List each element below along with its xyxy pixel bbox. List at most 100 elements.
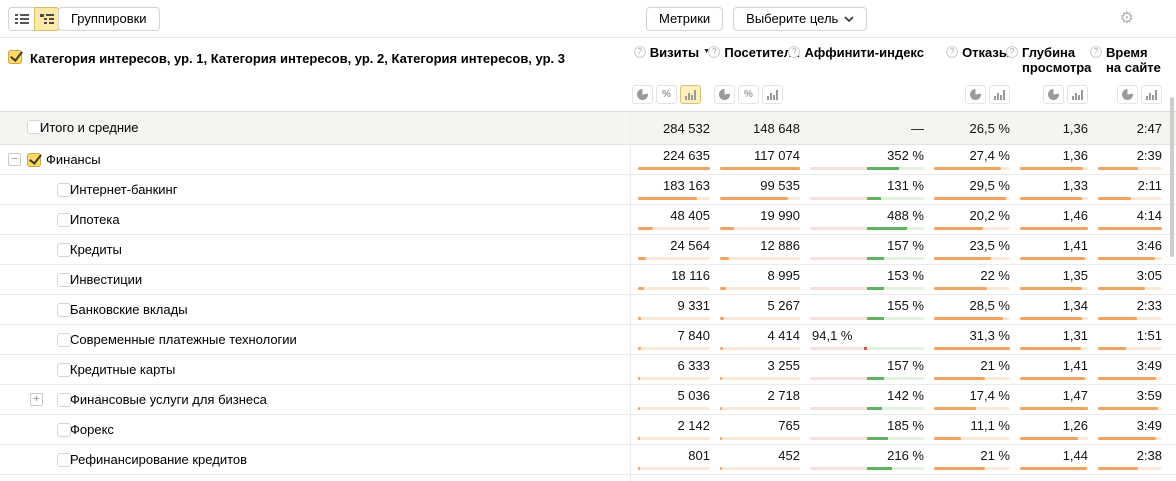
row-checkbox[interactable] xyxy=(57,453,71,467)
cell-affinity: 153 % xyxy=(802,265,926,294)
cell-depth: 1,47 xyxy=(1012,385,1090,414)
row-checkbox[interactable] xyxy=(57,213,71,227)
row-checkbox[interactable] xyxy=(57,393,71,407)
column-header-depth[interactable]: ?Глубина просмотра xyxy=(1012,45,1090,75)
flat-view-button[interactable] xyxy=(8,7,34,31)
cell-affinity: 488 % xyxy=(802,205,926,234)
chart-toggle-percent-visits[interactable]: % xyxy=(656,85,677,104)
metric-value: 3:49 xyxy=(1090,355,1164,374)
table-row: Кредитные карты6 3333 255157 %21 %1,413:… xyxy=(0,355,1176,385)
row-label-cell: Итого и средние xyxy=(0,112,630,144)
metric-bar-track xyxy=(1020,287,1088,290)
metric-value: 216 % xyxy=(802,445,926,464)
column-header-visits[interactable]: ?Визиты▼ xyxy=(630,45,712,75)
affinity-bar xyxy=(867,437,888,440)
chart-toggle-bars-depth[interactable] xyxy=(1067,85,1088,104)
cell-time: 2:11 xyxy=(1090,175,1164,204)
metric-bar xyxy=(720,197,788,200)
row-checkbox[interactable] xyxy=(27,120,41,134)
row-label-cell: Кредитные карты xyxy=(0,355,630,384)
metric-value: 2:47 xyxy=(1090,112,1164,145)
affinity-track-below xyxy=(810,197,867,200)
cell-affinity: 157 % xyxy=(802,355,926,384)
chart-toggle-bars-bounce[interactable] xyxy=(989,85,1010,104)
metric-bar-track xyxy=(638,437,710,440)
cell-bounce: 11,1 % xyxy=(926,415,1012,444)
metric-bar xyxy=(1020,407,1088,410)
chart-toggle-pie-visitors[interactable] xyxy=(714,85,735,104)
row-checkbox[interactable] xyxy=(57,423,71,437)
metric-value: 7 840 xyxy=(630,325,712,344)
row-label-cell: −Финансы xyxy=(0,145,630,174)
metric-bar xyxy=(1098,317,1137,320)
metric-value: 8 995 xyxy=(712,265,802,284)
chart-toggle-pie-time[interactable] xyxy=(1117,85,1138,104)
metric-value: 142 % xyxy=(802,385,926,404)
metric-value: 3 255 xyxy=(712,355,802,374)
chart-toggle-pie-bounce[interactable] xyxy=(965,85,986,104)
row-label-cell: Рефинансирование кредитов xyxy=(0,445,630,474)
metric-value: 452 xyxy=(712,445,802,464)
affinity-bar-track xyxy=(810,467,924,470)
chart-toggle-percent-visitors[interactable]: % xyxy=(738,85,759,104)
row-label-cell: Кредиты xyxy=(0,235,630,264)
cell-affinity: 94,1 % xyxy=(802,325,926,354)
metric-value: 29,5 % xyxy=(926,175,1012,194)
metric-value: 157 % xyxy=(802,235,926,254)
row-checkbox[interactable] xyxy=(57,273,71,287)
chart-toggle-bars-visitors[interactable] xyxy=(762,85,783,104)
help-icon[interactable]: ? xyxy=(1090,46,1102,58)
row-checkbox[interactable] xyxy=(57,363,71,377)
metric-bar-track xyxy=(934,467,1010,470)
scrollbar-thumb[interactable] xyxy=(1170,97,1174,257)
metric-value: 3:59 xyxy=(1090,385,1164,404)
column-header-bounce[interactable]: ?Отказы xyxy=(926,45,1012,75)
collapse-toggle[interactable]: − xyxy=(8,153,21,166)
metric-bar xyxy=(720,317,724,320)
metric-bar-track xyxy=(1020,467,1088,470)
goal-select-button[interactable]: Выберите цель xyxy=(733,7,867,31)
metric-bar-track xyxy=(1098,227,1162,230)
metric-bar xyxy=(934,317,1003,320)
chart-toggle-bars-time[interactable] xyxy=(1141,85,1162,104)
column-header-time[interactable]: ?Время на сайте xyxy=(1090,45,1164,75)
column-header-affinity[interactable]: ?Аффинити-индекс xyxy=(802,45,926,75)
chart-toggle-pie-depth[interactable] xyxy=(1043,85,1064,104)
expand-toggle[interactable]: + xyxy=(30,393,43,406)
table-row: Ипотека48 40519 990488 %20,2 %1,464:14 xyxy=(0,205,1176,235)
cell-depth: 1,46 xyxy=(1012,205,1090,234)
select-all-checkbox[interactable] xyxy=(8,50,22,64)
metric-value: 18 116 xyxy=(630,265,712,284)
chart-toggle-pie-visits[interactable] xyxy=(632,85,653,104)
row-checkbox[interactable] xyxy=(57,243,71,257)
tree-view-button[interactable] xyxy=(34,7,60,31)
metric-value: 2:38 xyxy=(1090,445,1164,464)
metric-bar xyxy=(1020,197,1082,200)
cell-time: 2:47 xyxy=(1090,112,1164,144)
metric-bar xyxy=(720,437,722,440)
metric-bar xyxy=(1098,407,1158,410)
metric-value: 19 990 xyxy=(712,205,802,224)
settings-gear-icon[interactable]: ⚙ xyxy=(1120,9,1134,29)
chart-toggle-bars-visits[interactable] xyxy=(680,85,701,104)
help-icon[interactable]: ? xyxy=(946,46,958,58)
groupings-button[interactable]: Группировки xyxy=(58,7,160,31)
row-checkbox[interactable] xyxy=(57,333,71,347)
help-icon[interactable]: ? xyxy=(1006,46,1018,58)
row-checkbox[interactable] xyxy=(27,153,41,167)
cell-depth: 1,35 xyxy=(1012,265,1090,294)
help-icon[interactable]: ? xyxy=(634,46,646,58)
metric-bar-track xyxy=(1098,347,1162,350)
affinity-track-below xyxy=(810,347,867,350)
metric-value: 2 142 xyxy=(630,415,712,434)
metric-bar xyxy=(638,437,640,440)
row-checkbox[interactable] xyxy=(57,183,71,197)
cell-visitors: 12 886 xyxy=(712,235,802,264)
metrics-button[interactable]: Метрики xyxy=(646,7,723,31)
help-icon[interactable]: ? xyxy=(708,46,720,58)
cell-visitors: 148 648 xyxy=(712,112,802,144)
metric-bar-track xyxy=(1098,377,1162,380)
metric-bar-track xyxy=(638,467,710,470)
row-checkbox[interactable] xyxy=(57,303,71,317)
cell-bounce: 31,3 % xyxy=(926,325,1012,354)
